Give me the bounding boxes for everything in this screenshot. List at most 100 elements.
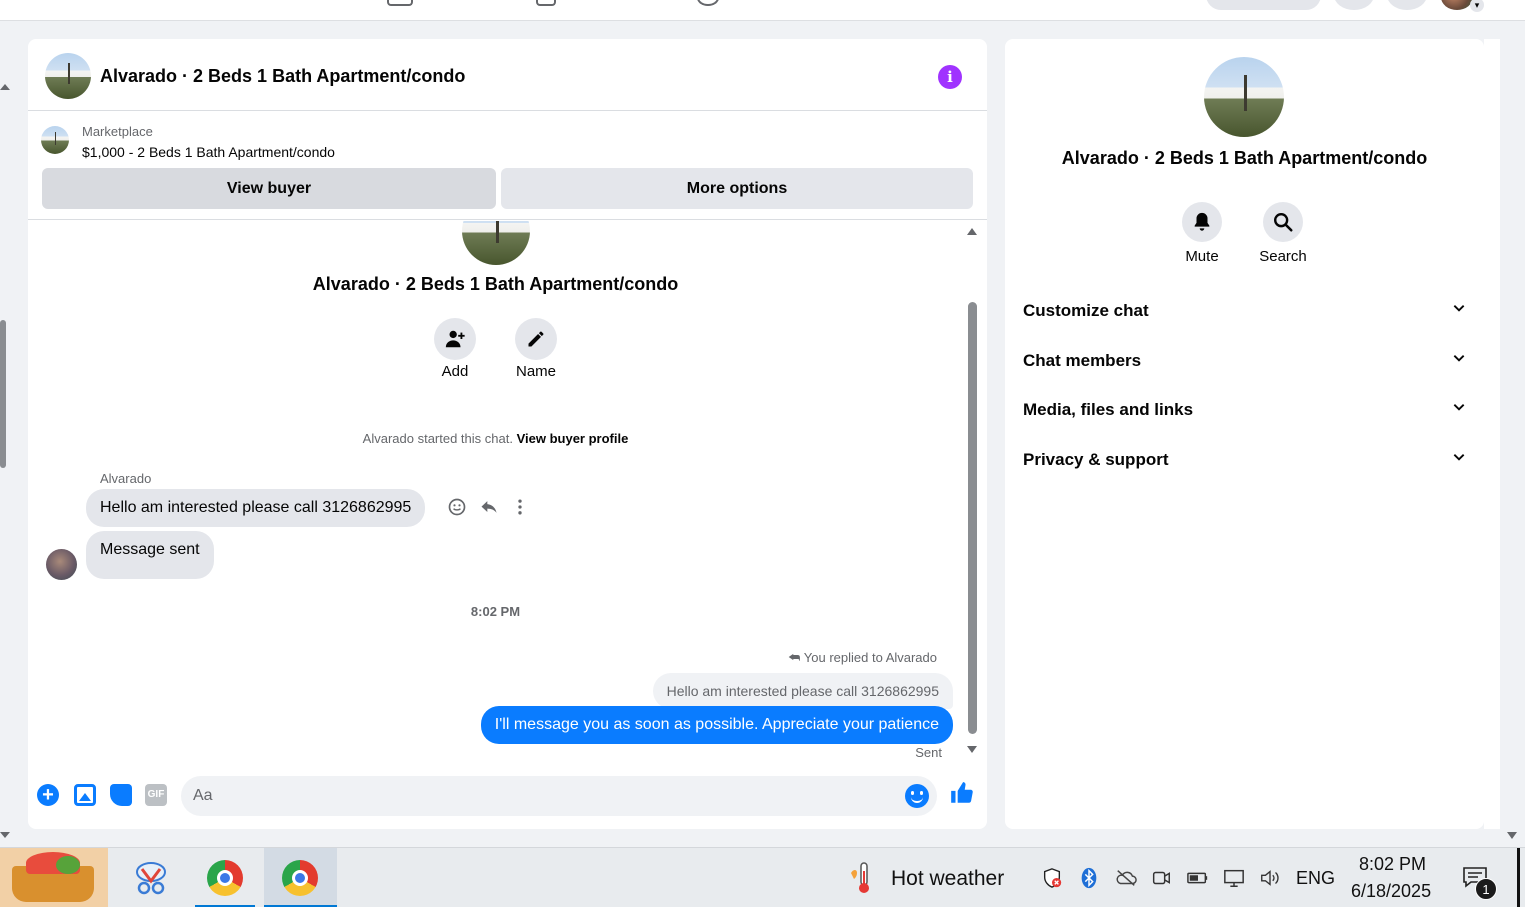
more-options-button[interactable]: More options	[501, 168, 973, 209]
mute-label: Mute	[1185, 248, 1219, 265]
sender-avatar[interactable]	[46, 549, 77, 580]
conversation-scroll-thumb[interactable]	[968, 302, 977, 734]
message-composer: + GIF	[28, 766, 987, 829]
section-privacy-support[interactable]: Privacy & support	[1023, 438, 1471, 482]
chat-started-notice: Alvarado started this chat. View buyer p…	[28, 431, 963, 446]
emoji-icon[interactable]	[905, 784, 929, 808]
meet-now-icon[interactable]	[1150, 867, 1172, 889]
message-status: Sent	[915, 745, 942, 760]
windows-taskbar: Hot weather ENG 8:02 PM 6/18/2025 1	[0, 847, 1525, 907]
account-chevron-icon[interactable]: ▾	[1470, 0, 1484, 12]
clock-time[interactable]: 8:02 PM	[1359, 854, 1426, 875]
marketplace-listing[interactable]: $1,000 - 2 Beds 1 Bath Apartment/condo	[82, 144, 335, 160]
section-label: Customize chat	[1023, 301, 1149, 320]
clock-date[interactable]: 6/18/2025	[1351, 881, 1431, 902]
thermometer-icon[interactable]	[848, 861, 876, 895]
onedrive-icon[interactable]	[1114, 867, 1137, 889]
search-label: Search	[1259, 248, 1307, 265]
incoming-message[interactable]: Hello am interested please call 31268629…	[86, 489, 426, 527]
page-scroll-down-icon[interactable]	[1507, 832, 1517, 839]
search-button[interactable]	[1263, 202, 1303, 242]
reply-context-text: You replied to Alvarado	[803, 650, 937, 665]
conv-scroll-down-icon[interactable]	[967, 746, 977, 753]
marketplace-thumbnail[interactable]	[41, 126, 69, 154]
chrome-taskbar-button[interactable]	[195, 848, 255, 907]
top-pill-button[interactable]	[1206, 0, 1321, 10]
outgoing-message[interactable]: I'll message you as soon as possible. Ap…	[480, 706, 953, 744]
add-person-button[interactable]	[434, 318, 476, 360]
messenger-button[interactable]	[1387, 0, 1427, 10]
more-actions-icon[interactable]	[509, 497, 531, 519]
page-scrollbar-right[interactable]	[1484, 39, 1500, 829]
quoted-message[interactable]: Hello am interested please call 31268629…	[652, 673, 953, 709]
thumbs-up-icon[interactable]	[949, 780, 975, 808]
language-indicator[interactable]: ENG	[1296, 868, 1335, 889]
listing-thumbnail[interactable]	[45, 53, 91, 99]
view-buyer-button[interactable]: View buyer	[42, 168, 496, 209]
conversation-avatar	[462, 221, 530, 265]
add-person-icon	[445, 330, 465, 348]
reply-icon[interactable]	[478, 497, 500, 519]
volume-icon[interactable]	[1258, 867, 1280, 889]
menu-button[interactable]	[1334, 0, 1374, 10]
chat-header: Alvarado · 2 Beds 1 Bath Apartment/condo…	[28, 39, 987, 111]
conversation-title: Alvarado · 2 Beds 1 Bath Apartment/condo	[312, 274, 679, 294]
network-icon[interactable]	[1222, 867, 1244, 889]
section-customize-chat[interactable]: Customize chat	[1023, 289, 1471, 333]
scroll-down-arrow-icon[interactable]	[0, 832, 10, 838]
conversation-scrollbar[interactable]	[965, 228, 979, 765]
chevron-down-icon	[1449, 438, 1469, 482]
page-scrollbar-left[interactable]	[0, 320, 6, 468]
conv-scroll-up-icon[interactable]	[967, 228, 977, 235]
top-navigation-bar: ▾	[0, 0, 1525, 21]
bluetooth-icon[interactable]	[1078, 867, 1100, 889]
profile-avatar[interactable]	[1441, 0, 1473, 10]
pencil-icon	[528, 331, 544, 347]
snipping-tool-icon[interactable]	[132, 848, 170, 907]
gif-icon[interactable]: GIF	[145, 784, 167, 806]
groups-icon[interactable]	[697, 0, 719, 6]
security-shield-icon[interactable]	[1041, 867, 1063, 889]
chevron-down-icon	[1449, 388, 1469, 432]
chat-started-text: Alvarado started this chat.	[362, 431, 513, 446]
section-chat-members[interactable]: Chat members	[1023, 339, 1471, 383]
message-timestamp: 8:02 PM	[470, 604, 521, 619]
search-icon	[1274, 213, 1293, 232]
chat-panel: Alvarado · 2 Beds 1 Bath Apartment/condo…	[28, 39, 987, 829]
sender-name: Alvarado	[100, 471, 152, 486]
plus-icon[interactable]: +	[37, 784, 59, 806]
reply-small-icon: ⮪	[788, 650, 801, 665]
home-icon[interactable]	[387, 0, 413, 6]
photo-icon[interactable]	[74, 784, 96, 806]
section-label: Media, files and links	[1023, 400, 1194, 419]
show-desktop-edge[interactable]	[1517, 848, 1520, 907]
chat-title[interactable]: Alvarado · 2 Beds 1 Bath Apartment/condo	[100, 66, 465, 87]
chevron-down-icon	[1449, 339, 1469, 383]
mute-button[interactable]	[1182, 202, 1222, 242]
battery-icon[interactable]	[1186, 867, 1208, 889]
scroll-up-arrow-icon[interactable]	[0, 84, 10, 90]
add-label: Add	[441, 363, 469, 380]
name-button[interactable]	[515, 318, 557, 360]
section-label: Chat members	[1023, 351, 1142, 370]
react-icon[interactable]	[446, 497, 468, 519]
section-media-files-links[interactable]: Media, files and links	[1023, 388, 1471, 432]
chrome-icon	[207, 860, 243, 896]
message-input[interactable]	[181, 776, 937, 816]
picnic-app-icon[interactable]	[0, 848, 108, 907]
view-buyer-profile-link[interactable]: View buyer profile	[517, 431, 629, 446]
notification-badge: 1	[1475, 878, 1497, 900]
info-title: Alvarado · 2 Beds 1 Bath Apartment/condo	[1061, 148, 1428, 168]
reply-context: ⮪ You replied to Alvarado	[788, 650, 937, 666]
marketplace-icon[interactable]	[536, 0, 556, 6]
chrome-profile-icon	[282, 860, 318, 896]
sticker-icon[interactable]	[110, 784, 132, 806]
name-label: Name	[515, 363, 556, 380]
chrome-profile-taskbar-button[interactable]	[264, 848, 337, 907]
marketplace-bar: Marketplace $1,000 - 2 Beds 1 Bath Apart…	[28, 112, 987, 220]
chevron-down-icon	[1449, 289, 1469, 333]
chat-info-panel: Alvarado · 2 Beds 1 Bath Apartment/condo…	[1005, 39, 1484, 829]
info-icon[interactable]: i	[938, 65, 962, 89]
incoming-message[interactable]: Message sent	[86, 531, 214, 579]
weather-text[interactable]: Hot weather	[891, 867, 1004, 891]
